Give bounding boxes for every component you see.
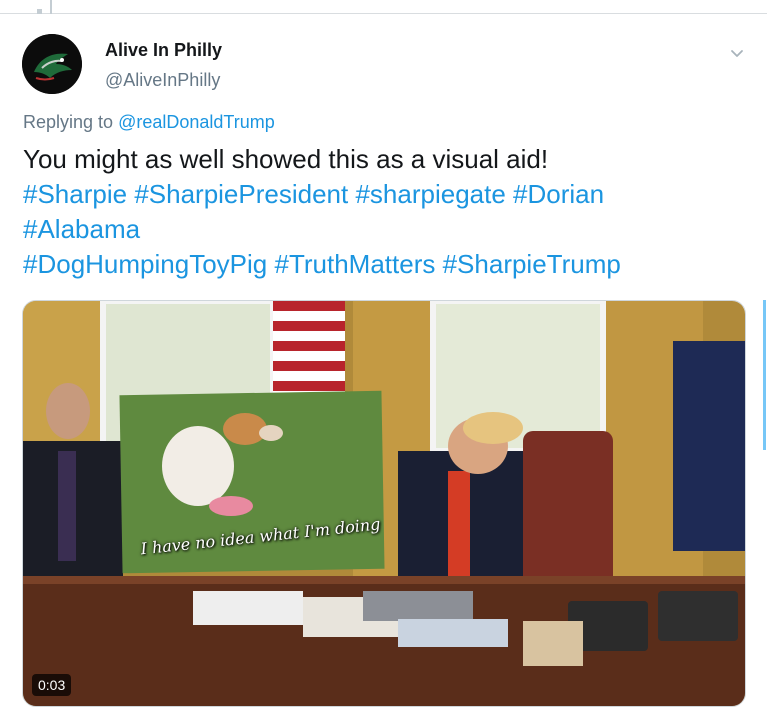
hashtag-line: #Sharpie #SharpiePresident #sharpiegate … bbox=[23, 177, 753, 212]
replying-to: Replying to @realDonaldTrump bbox=[23, 112, 275, 133]
top-divider bbox=[0, 13, 767, 14]
video-frame bbox=[23, 301, 745, 706]
replying-prefix: Replying to bbox=[23, 112, 114, 132]
author-handle[interactable]: @AliveInPhilly bbox=[105, 70, 220, 91]
replying-mention-link[interactable]: @realDonaldTrump bbox=[118, 112, 275, 132]
chevron-down-icon bbox=[731, 50, 743, 57]
author-display-name[interactable]: Alive In Philly bbox=[105, 40, 222, 61]
tweet-text: You might as well showed this as a visua… bbox=[23, 142, 753, 282]
thread-connector bbox=[50, 0, 52, 14]
hashtag-link[interactable]: #SharpiePresident bbox=[134, 179, 348, 209]
video-duration-badge: 0:03 bbox=[32, 674, 72, 696]
thread-connector-dot bbox=[37, 9, 42, 14]
tweet-menu-button[interactable] bbox=[728, 44, 746, 62]
hashtag-link[interactable]: #Alabama bbox=[23, 214, 140, 244]
hashtag-line: #DogHumpingToyPig #TruthMatters #Sharpie… bbox=[23, 247, 753, 282]
tweet-text-line: You might as well showed this as a visua… bbox=[23, 144, 549, 174]
hashtag-line: #Alabama bbox=[23, 212, 753, 247]
scrollbar[interactable] bbox=[763, 300, 766, 450]
hashtag-link[interactable]: #DogHumpingToyPig bbox=[23, 249, 267, 279]
hashtag-link[interactable]: #TruthMatters bbox=[274, 249, 435, 279]
eagles-logo-icon bbox=[22, 34, 82, 94]
hashtag-link[interactable]: #sharpiegate bbox=[355, 179, 505, 209]
hashtag-link[interactable]: #Sharpie bbox=[23, 179, 127, 209]
video-player[interactable] bbox=[22, 300, 746, 707]
avatar[interactable] bbox=[22, 34, 82, 94]
hashtag-link[interactable]: #SharpieTrump bbox=[443, 249, 621, 279]
hashtag-link[interactable]: #Dorian bbox=[513, 179, 604, 209]
